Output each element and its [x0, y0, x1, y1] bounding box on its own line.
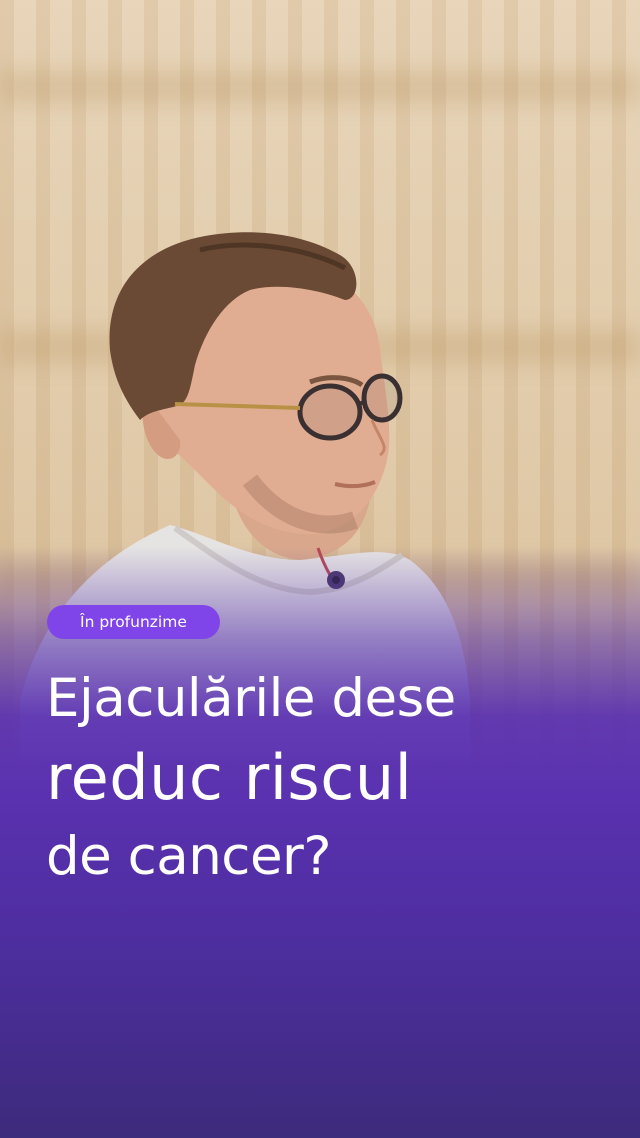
video-frame: În profunzime Ejaculările dese reduc ris… [0, 0, 640, 1138]
headline: Ejaculările dese reduc riscul de cancer? [46, 660, 626, 896]
headline-line-1: Ejaculările dese [46, 668, 456, 729]
headline-line-3: de cancer? [46, 826, 331, 887]
headline-line-2: reduc riscul [46, 741, 413, 814]
purple-gradient-overlay [0, 0, 640, 1138]
category-badge: În profunzime [47, 605, 220, 639]
